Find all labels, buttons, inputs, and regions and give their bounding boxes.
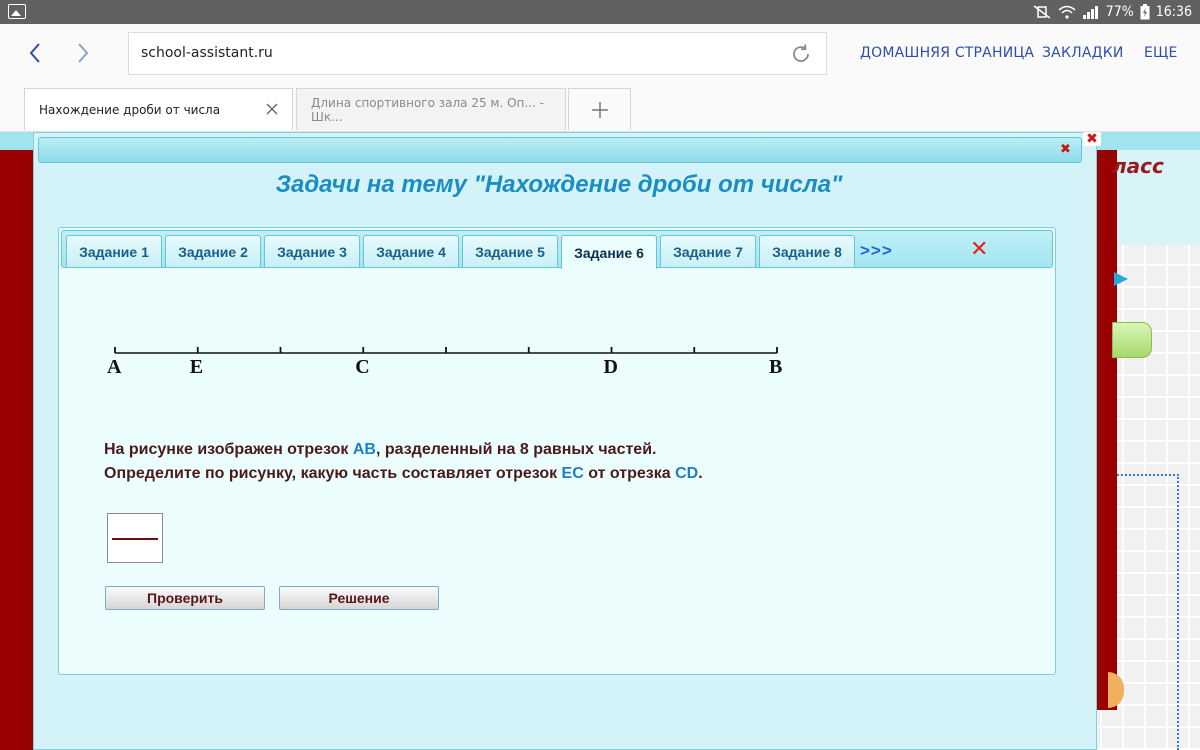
tab-task-4[interactable]: Задание 4 [363, 235, 459, 267]
point-label-c: C [355, 356, 370, 378]
numerator-input[interactable] [109, 515, 161, 537]
tab-task-8[interactable]: Задание 8 [759, 235, 855, 267]
close-icon[interactable] [264, 101, 280, 117]
denominator-input[interactable] [109, 540, 161, 562]
close-icon[interactable]: ✕ [970, 237, 988, 262]
fraction-answer [107, 513, 163, 563]
question-line-2: Определите по рисунку, какую часть соста… [104, 465, 703, 482]
new-tab-button[interactable] [568, 88, 631, 130]
task-panel: Задание 1 Задание 2 Задание 3 Задание 4 … [58, 227, 1056, 675]
outer-close-icon[interactable]: ✖ [1083, 132, 1101, 147]
mute-icon [1033, 5, 1051, 19]
browser-tab-inactive[interactable]: Длина спортивного зала 25 м. Оп... - Шк.… [296, 88, 566, 130]
image-notification-icon [8, 4, 26, 19]
point-label-e: E [189, 356, 204, 378]
tab-task-3[interactable]: Задание 3 [264, 235, 360, 267]
tab-task-2[interactable]: Задание 2 [165, 235, 261, 267]
background-green-button [1112, 322, 1152, 358]
tab-task-5[interactable]: Задание 5 [462, 235, 558, 267]
chevron-left-icon [29, 43, 40, 63]
browser-tab-label: Нахождение дроби от числа [39, 102, 221, 117]
segment-ec-label: EC [561, 465, 584, 482]
bookmarks-link[interactable]: ЗАКЛАДКИ [1042, 45, 1124, 61]
point-label-d: D [603, 356, 618, 378]
browser-tab-active[interactable]: Нахождение дроби от числа [24, 88, 293, 130]
clock: 16:36 [1155, 4, 1192, 20]
arrow-right-icon [1114, 272, 1128, 286]
battery-percent: 77% [1105, 4, 1134, 20]
forward-button[interactable] [68, 38, 98, 68]
browser-tab-label: Длина спортивного зала 25 м. Оп... - Шк.… [311, 95, 544, 124]
task-tabbar: Задание 1 Задание 2 Задание 3 Задание 4 … [61, 230, 1053, 269]
dialog-header-bar [38, 137, 1082, 163]
wifi-icon [1058, 5, 1076, 19]
home-page-link[interactable]: ДОМАШНЯЯ СТРАНИЦА [860, 45, 1034, 61]
segment-cd-label: CD [675, 465, 699, 482]
battery-charging-icon [1140, 4, 1150, 20]
more-link[interactable]: ЕЩЕ [1144, 45, 1178, 61]
plus-icon [591, 101, 608, 118]
url-text: school-assistant.ru [141, 45, 273, 61]
more-tasks-button[interactable]: >>> [860, 241, 893, 261]
segment-diagram [114, 347, 778, 354]
tab-task-6[interactable]: Задание 6 [561, 235, 657, 269]
dialog-close-icon[interactable]: ✖ [1060, 142, 1071, 157]
browser-tabs: Нахождение дроби от числа Длина спортивн… [0, 86, 1200, 132]
chevron-right-icon [78, 43, 89, 63]
status-icons: 77% 16:36 [1032, 2, 1192, 22]
dialog-title: Задачи на тему "Нахождение дроби от числ… [275, 171, 843, 198]
question-line-1: На рисунке изображен отрезок AB, разделе… [104, 441, 657, 458]
signal-icon [1082, 6, 1098, 19]
right-red-panel [1097, 150, 1117, 710]
question-text: На рисунке изображен отрезок AB, разделе… [104, 438, 703, 486]
address-bar[interactable]: school-assistant.ru [128, 32, 827, 75]
point-label-b: B [769, 356, 783, 378]
status-bar: 77% 16:36 [0, 0, 1200, 24]
page-content: ласс ✖ Задачи на тему "Нахождение дроби … [0, 132, 1200, 750]
background-dotted-frame [1117, 474, 1179, 750]
tab-task-1[interactable]: Задание 1 [66, 235, 162, 267]
browser-toolbar: school-assistant.ru ДОМАШНЯЯ СТРАНИЦА ЗА… [0, 24, 1200, 86]
check-button[interactable]: Проверить [105, 586, 265, 610]
reload-icon[interactable] [790, 43, 812, 65]
solution-button[interactable]: Решение [279, 586, 439, 610]
point-label-a: A [107, 356, 122, 378]
left-red-panel [0, 150, 36, 750]
tab-task-7[interactable]: Задание 7 [660, 235, 756, 267]
background-heading-fragment: ласс [1112, 154, 1164, 178]
task-dialog: ✖ Задачи на тему "Нахождение дроби от чи… [33, 132, 1097, 750]
back-button[interactable] [20, 38, 50, 68]
segment-ab-label: AB [352, 441, 376, 458]
